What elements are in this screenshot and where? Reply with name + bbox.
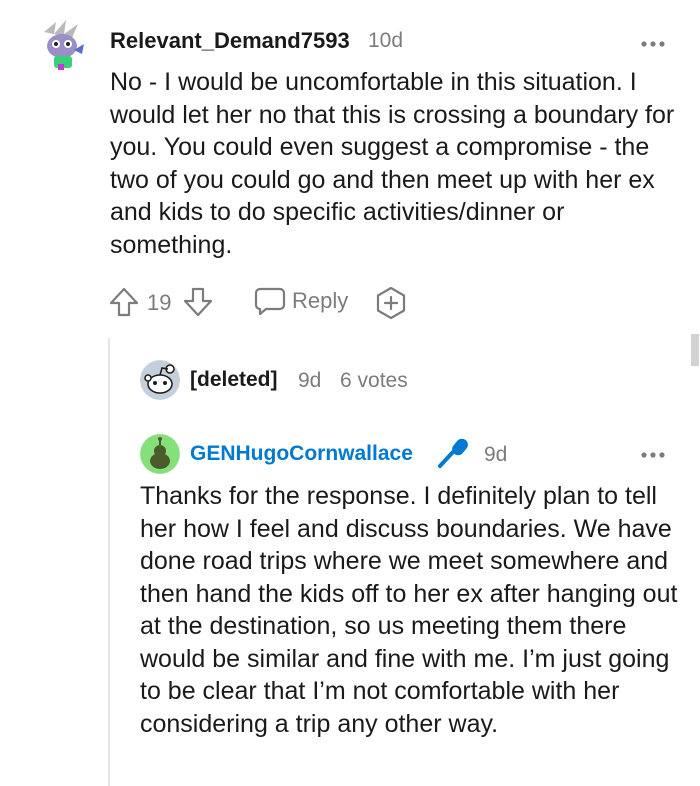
op-username[interactable]: GENHugoCornwallace [190, 442, 413, 466]
deleted-username[interactable]: [deleted] [190, 368, 278, 392]
reply-label: Reply [292, 288, 349, 313]
reply-button[interactable]: Reply [254, 286, 348, 316]
op-more-options-icon[interactable] [640, 447, 666, 458]
more-options-icon[interactable] [640, 36, 666, 47]
award-icon[interactable] [374, 286, 408, 320]
microphone-icon [436, 436, 472, 470]
deleted-user-avatar [140, 360, 180, 400]
comment-username[interactable]: Relevant_Demand7593 [110, 28, 350, 54]
comment-age: 10d [368, 29, 404, 52]
op-comment-age: 9d [484, 443, 508, 466]
thread-line[interactable] [108, 338, 110, 786]
op-comment-body: Thanks for the response. I definitely pl… [140, 482, 678, 738]
deleted-comment-age: 9d [298, 369, 322, 392]
upvote-icon[interactable] [108, 286, 140, 318]
op-avatar[interactable] [140, 434, 180, 474]
deleted-comment-votes: 6 votes [340, 369, 408, 392]
comment-body: No - I would be uncomfortable in this si… [110, 68, 675, 259]
downvote-icon[interactable] [182, 286, 214, 318]
speech-bubble-icon [254, 286, 286, 316]
scrollbar-thumb[interactable] [691, 334, 699, 366]
vote-count: 19 [147, 290, 172, 315]
user-avatar[interactable] [34, 14, 92, 72]
